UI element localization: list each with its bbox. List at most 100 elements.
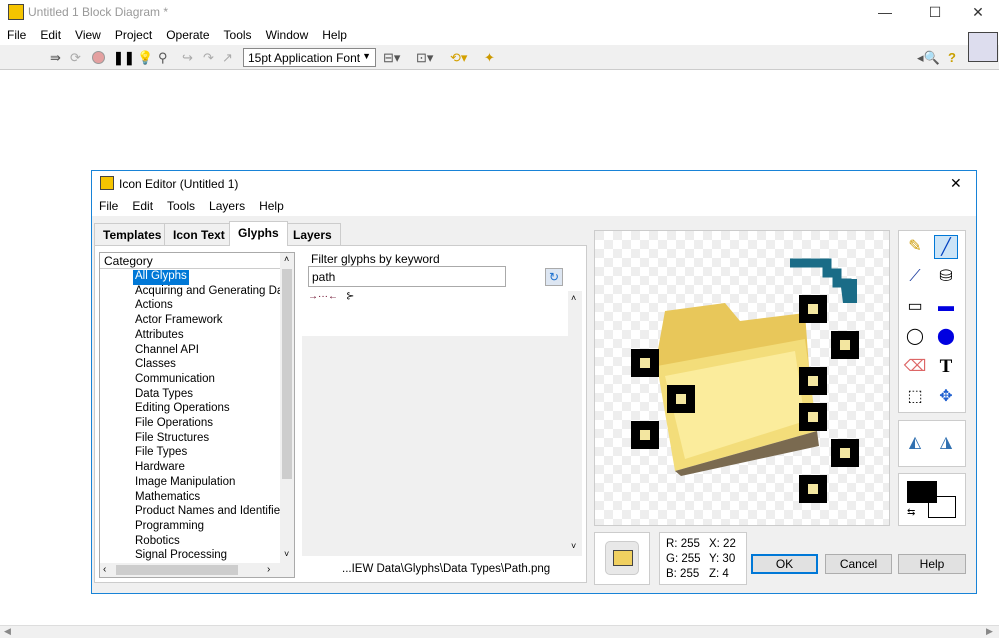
category-item[interactable]: File Operations bbox=[135, 417, 213, 432]
scroll-thumb[interactable] bbox=[282, 269, 292, 479]
tab-templates[interactable]: Templates bbox=[94, 223, 171, 245]
maximize-button[interactable]: ☐ bbox=[925, 4, 945, 21]
step-over-icon[interactable]: ↷ bbox=[203, 50, 214, 66]
category-item[interactable]: Programming bbox=[135, 520, 204, 535]
horizontal-scrollbar[interactable]: ◀ ▶ bbox=[0, 625, 999, 638]
menu-file[interactable]: File bbox=[0, 25, 33, 45]
distribute-icon[interactable]: ⊡▾ bbox=[416, 50, 433, 66]
text-icon[interactable]: T bbox=[934, 355, 958, 379]
menu-edit[interactable]: Edit bbox=[33, 25, 68, 45]
filter-input[interactable]: path bbox=[308, 266, 506, 287]
tab-glyphs[interactable]: Glyphs bbox=[229, 221, 288, 246]
pixel-g: G: 255 bbox=[666, 553, 701, 565]
dialog-menu-bar: File Edit Tools Layers Help bbox=[92, 196, 976, 216]
glyph-scrollbar[interactable]: ˄ ˅ bbox=[568, 291, 582, 556]
dialog-close-button[interactable]: ✕ bbox=[950, 175, 962, 192]
menu-view[interactable]: View bbox=[68, 25, 108, 45]
category-item[interactable]: Acquiring and Generating Dat bbox=[135, 285, 287, 300]
filled-rectangle-icon[interactable]: ▬ bbox=[934, 295, 958, 319]
minimize-button[interactable]: — bbox=[875, 4, 895, 20]
dialog-menu-tools[interactable]: Tools bbox=[160, 196, 202, 216]
flip-horizontal-icon[interactable]: ◭ bbox=[903, 431, 927, 455]
dialog-menu-edit[interactable]: Edit bbox=[125, 196, 160, 216]
filter-label: Filter glyphs by keyword bbox=[311, 252, 440, 266]
help-button[interactable]: Help bbox=[898, 554, 966, 574]
align-icon[interactable]: ⊟▾ bbox=[383, 50, 400, 66]
scroll-down-icon[interactable]: ˅ bbox=[571, 541, 576, 551]
fill-bucket-icon[interactable]: ⛁ bbox=[934, 265, 958, 289]
category-item[interactable]: Mathematics bbox=[135, 491, 200, 506]
filled-ellipse-icon[interactable]: ⬤ bbox=[934, 325, 958, 349]
category-item[interactable]: Robotics bbox=[135, 535, 180, 550]
scroll-down-icon[interactable]: ˅ bbox=[284, 549, 289, 559]
category-item[interactable]: Signal Processing bbox=[135, 549, 227, 564]
menu-operate[interactable]: Operate bbox=[159, 25, 216, 45]
category-item[interactable]: File Structures bbox=[135, 432, 209, 447]
category-item[interactable]: Editing Operations bbox=[135, 402, 230, 417]
category-item[interactable]: Image Manipulation bbox=[135, 476, 235, 491]
dialog-menu-file[interactable]: File bbox=[92, 196, 125, 216]
tab-layers[interactable]: Layers bbox=[284, 223, 341, 245]
abort-icon[interactable] bbox=[92, 51, 105, 64]
dropper-icon[interactable]: ⟋ bbox=[903, 265, 927, 289]
menu-window[interactable]: Window bbox=[259, 25, 316, 45]
scroll-left-icon[interactable]: ‹ bbox=[103, 564, 106, 575]
highlight-execution-icon[interactable]: 💡 bbox=[137, 50, 153, 66]
menu-help[interactable]: Help bbox=[315, 25, 354, 45]
pause-icon[interactable]: ❚❚ bbox=[113, 50, 135, 66]
category-item[interactable]: Actor Framework bbox=[135, 314, 223, 329]
scroll-up-icon[interactable]: ˄ bbox=[571, 293, 576, 303]
category-item[interactable]: Attributes bbox=[135, 329, 184, 344]
category-item[interactable]: Data Types bbox=[135, 388, 193, 403]
tab-icon-text[interactable]: Icon Text bbox=[164, 223, 234, 245]
category-item[interactable]: Channel API bbox=[135, 344, 199, 359]
category-item[interactable]: Hardware bbox=[135, 461, 185, 476]
step-out-icon[interactable]: ↗ bbox=[222, 50, 233, 66]
scroll-right-icon[interactable]: ▶ bbox=[986, 626, 993, 637]
cleanup-icon[interactable]: ✦ bbox=[484, 50, 495, 66]
rotate-icon[interactable]: ◮ bbox=[934, 431, 958, 455]
category-header: Category bbox=[100, 253, 280, 269]
scroll-right-icon[interactable]: › bbox=[267, 564, 270, 575]
category-item[interactable]: Communication bbox=[135, 373, 215, 388]
select-icon[interactable]: ⬚ bbox=[903, 385, 927, 409]
run-icon[interactable]: ⇛ bbox=[50, 50, 61, 66]
category-item[interactable]: Product Names and Identifiers bbox=[135, 505, 290, 520]
icon-canvas[interactable] bbox=[594, 230, 890, 526]
font-dropdown[interactable]: 15pt Application Font ▼ bbox=[243, 48, 376, 67]
line-icon[interactable]: ╱ bbox=[934, 235, 958, 259]
glyph-path-node[interactable]: ⊱ bbox=[346, 291, 354, 302]
refresh-icon[interactable]: ↻ bbox=[545, 268, 563, 286]
close-button[interactable]: ✕ bbox=[968, 4, 988, 21]
glyph-path-wire[interactable]: →···← bbox=[308, 291, 338, 302]
category-item[interactable]: Classes bbox=[135, 358, 176, 373]
vi-icon[interactable] bbox=[968, 32, 998, 62]
scroll-left-icon[interactable]: ◀ bbox=[4, 626, 11, 637]
swap-colors-icon[interactable]: ⇆ bbox=[907, 507, 915, 518]
scroll-up-icon[interactable]: ˄ bbox=[284, 254, 289, 264]
scroll-thumb[interactable] bbox=[116, 565, 238, 575]
dialog-menu-help[interactable]: Help bbox=[252, 196, 291, 216]
menu-project[interactable]: Project bbox=[108, 25, 159, 45]
category-item[interactable]: File Types bbox=[135, 446, 187, 461]
search-icon[interactable]: ◂🔍 bbox=[917, 50, 940, 66]
move-icon[interactable]: ✥ bbox=[934, 385, 958, 409]
menu-tools[interactable]: Tools bbox=[217, 25, 259, 45]
category-item[interactable]: Actions bbox=[135, 299, 173, 314]
cancel-button[interactable]: Cancel bbox=[825, 554, 892, 574]
pencil-icon[interactable]: ✎ bbox=[903, 235, 927, 259]
dialog-menu-layers[interactable]: Layers bbox=[202, 196, 252, 216]
ok-button[interactable]: OK bbox=[751, 554, 818, 574]
rectangle-icon[interactable]: ▭ bbox=[903, 295, 927, 319]
help-icon[interactable]: ? bbox=[948, 50, 956, 65]
reorder-icon[interactable]: ⟲▾ bbox=[450, 50, 467, 66]
eraser-icon[interactable]: ⌫ bbox=[903, 355, 927, 379]
category-item[interactable]: All Glyphs bbox=[133, 270, 189, 285]
title-bar: Untitled 1 Block Diagram * — ☐ ✕ bbox=[0, 0, 999, 25]
foreground-color-swatch[interactable] bbox=[907, 481, 937, 503]
step-into-icon[interactable]: ↪ bbox=[182, 50, 193, 66]
ellipse-icon[interactable]: ◯ bbox=[903, 325, 927, 349]
run-continuously-icon[interactable]: ⟳ bbox=[70, 50, 81, 66]
category-list[interactable]: Category All Glyphs Acquiring and Generat… bbox=[99, 252, 295, 578]
retain-wire-values-icon[interactable]: ⚲ bbox=[158, 50, 168, 66]
